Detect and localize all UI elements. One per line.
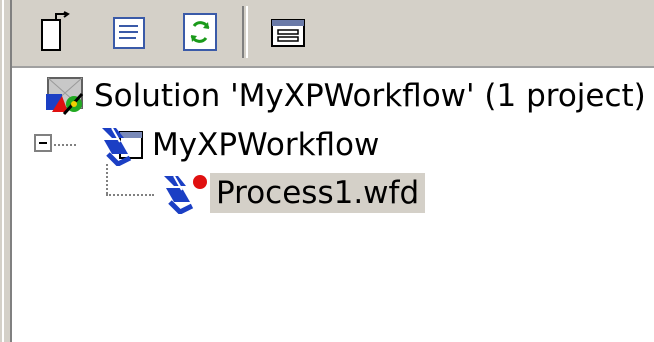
new-document-icon bbox=[41, 11, 70, 51]
tree-node-project[interactable]: MyXPWorkflow bbox=[100, 124, 385, 166]
view-designer-button[interactable] bbox=[268, 10, 308, 54]
view-designer-icon bbox=[271, 19, 305, 47]
tree-connector bbox=[54, 144, 76, 146]
new-document-button[interactable] bbox=[36, 10, 76, 54]
solution-tree: Solution 'MyXPWorkflow' (1 project) MyXP… bbox=[12, 68, 654, 342]
properties-icon bbox=[113, 17, 145, 49]
toolbar-separator bbox=[242, 6, 248, 58]
tree-connector-vertical bbox=[106, 164, 108, 194]
solution-explorer-toolbar bbox=[12, 0, 654, 68]
tree-node-solution[interactable]: Solution 'MyXPWorkflow' (1 project) bbox=[44, 76, 652, 116]
workflow-project-icon bbox=[102, 127, 143, 166]
window-frame-left bbox=[0, 0, 12, 342]
project-collapse-toggle[interactable] bbox=[34, 134, 52, 152]
project-label: MyXPWorkflow bbox=[152, 127, 380, 163]
properties-button[interactable] bbox=[108, 10, 148, 54]
refresh-button[interactable] bbox=[180, 10, 220, 54]
file-label: Process1.wfd bbox=[210, 173, 426, 213]
tree-node-file[interactable]: Process1.wfd bbox=[162, 172, 426, 214]
solution-icon bbox=[46, 77, 84, 116]
refresh-icon bbox=[183, 13, 217, 51]
solution-label: Solution 'MyXPWorkflow' (1 project) bbox=[94, 78, 646, 114]
workflow-file-icon bbox=[164, 175, 207, 214]
tree-connector-child bbox=[106, 194, 154, 196]
